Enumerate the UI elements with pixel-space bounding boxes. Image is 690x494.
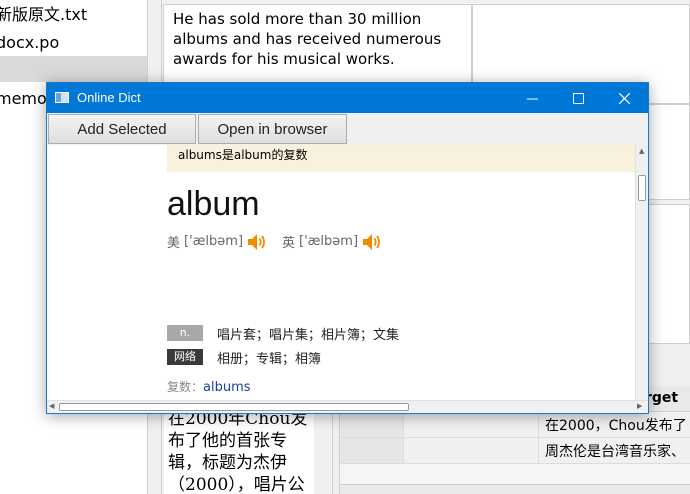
maximize-icon	[572, 92, 584, 104]
maximize-button[interactable]	[555, 83, 601, 113]
scroll-left-icon[interactable]: ◀	[49, 402, 54, 410]
table-row[interactable]: 在2000，Chou发布了	[340, 412, 690, 438]
sidebar-file-item[interactable]: docx.po	[0, 30, 59, 56]
table-row[interactable]: 周杰伦是台湾音乐家、	[340, 438, 690, 464]
minimize-icon	[526, 98, 538, 99]
sidebar-file-item-selected[interactable]	[0, 56, 147, 82]
window-title: Online Dict	[77, 90, 141, 105]
table-cell	[340, 412, 404, 437]
definition-text: 相册；专辑；相簿	[217, 351, 322, 367]
app-window-icon	[55, 92, 69, 103]
close-icon	[618, 92, 630, 104]
table-cell-target: 在2000，Chou发布了	[545, 418, 687, 434]
plural-label: 复数：	[167, 380, 204, 394]
word-form-note: albums是album的复数	[167, 145, 635, 172]
scroll-right-icon[interactable]: ▶	[637, 402, 642, 410]
plural-link[interactable]: albums	[203, 380, 251, 395]
uk-phonetic: 英 ['ælbəm]	[282, 232, 382, 251]
table-cell	[340, 438, 404, 463]
window-titlebar[interactable]: Online Dict	[47, 83, 648, 113]
online-dict-window: Online Dict Add Selected Open in browser…	[46, 82, 649, 414]
us-label: 美	[167, 236, 181, 251]
speaker-icon[interactable]	[247, 233, 267, 251]
scroll-up-icon[interactable]: ▲	[639, 147, 644, 155]
us-ipa: ['ælbəm]	[184, 234, 244, 249]
horizontal-scrollbar[interactable]: ◀ ▶	[47, 400, 648, 413]
uk-ipa: ['ælbəm]	[299, 234, 359, 249]
dictionary-content[interactable]: albums是album的复数 album 美 ['ælbəm] 英 ['ælb…	[47, 145, 635, 400]
us-phonetic: 美 ['ælbəm]	[167, 232, 267, 251]
table-cell-target: 周杰伦是台湾音乐家、	[545, 444, 685, 460]
definition-row: 网络 相册；专辑；相簿	[167, 348, 322, 367]
sidebar-file-item[interactable]: 新版原文.txt	[0, 2, 87, 28]
horizontal-scroll-thumb[interactable]	[59, 403, 409, 411]
open-in-browser-button[interactable]: Open in browser	[198, 114, 347, 144]
dialog-toolbar: Add Selected Open in browser	[47, 113, 648, 145]
vertical-splitter[interactable]	[332, 408, 340, 494]
bottom-source-text[interactable]: 在2000年Chou发布了他的首张专辑，标题为杰伊（2000），唱片公司阿尔法音…	[164, 408, 314, 494]
part-of-speech-badge: n.	[167, 325, 203, 341]
uk-label: 英	[282, 236, 296, 251]
part-of-speech-badge: 网络	[167, 349, 203, 365]
plural-form: 复数：albums	[167, 378, 251, 395]
headword: album	[167, 185, 260, 223]
definition-row: n. 唱片套；唱片集；相片簿；文集	[167, 324, 400, 343]
vertical-scroll-thumb[interactable]	[638, 175, 646, 201]
close-button[interactable]	[601, 83, 647, 113]
definition-text: 唱片套；唱片集；相片簿；文集	[217, 327, 400, 343]
add-selected-button[interactable]: Add Selected	[48, 114, 196, 144]
table-cell	[404, 438, 539, 463]
speaker-icon[interactable]	[362, 233, 382, 251]
vertical-scrollbar[interactable]: ▲	[635, 145, 648, 400]
column-header-target[interactable]: rget	[645, 390, 678, 406]
table-cell	[404, 412, 539, 437]
minimize-button[interactable]	[509, 83, 555, 113]
table-horizontal-scrollbar[interactable]	[340, 484, 690, 494]
